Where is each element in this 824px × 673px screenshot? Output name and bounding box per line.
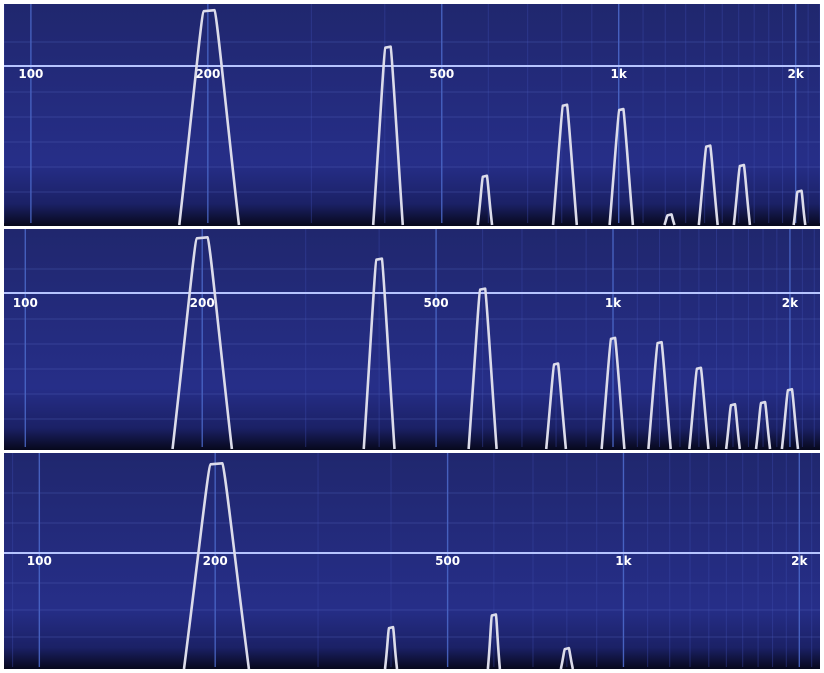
x-tick-label: 2k — [782, 296, 799, 310]
x-tick-label: 500 — [435, 554, 460, 568]
plot-background — [4, 4, 820, 226]
spectrum-panel-1: 100 200 500 1k 2k — [4, 4, 820, 226]
x-tick-label: 200 — [190, 296, 215, 310]
x-tick-label: 200 — [203, 554, 228, 568]
x-tick-label: 500 — [424, 296, 449, 310]
spectrum-chart-1: 100 200 500 1k 2k — [4, 4, 820, 226]
spectrum-panel-2: 100 200 500 1k 2k — [4, 229, 820, 450]
x-tick-label: 1k — [605, 296, 622, 310]
x-tick-label: 100 — [27, 554, 52, 568]
spectrum-chart-2: 100 200 500 1k 2k — [4, 229, 820, 450]
x-tick-label: 100 — [13, 296, 38, 310]
x-tick-label: 1k — [611, 67, 628, 81]
x-tick-label: 100 — [18, 67, 43, 81]
x-tick-label: 2k — [791, 554, 808, 568]
plot-background — [4, 229, 820, 450]
spectrum-chart-3: 100 200 500 1k 2k — [4, 453, 820, 669]
x-tick-label: 200 — [195, 67, 220, 81]
x-tick-label: 500 — [429, 67, 454, 81]
x-tick-label: 1k — [615, 554, 632, 568]
x-tick-label: 2k — [787, 67, 804, 81]
spectrum-panel-3: 100 200 500 1k 2k — [4, 453, 820, 669]
